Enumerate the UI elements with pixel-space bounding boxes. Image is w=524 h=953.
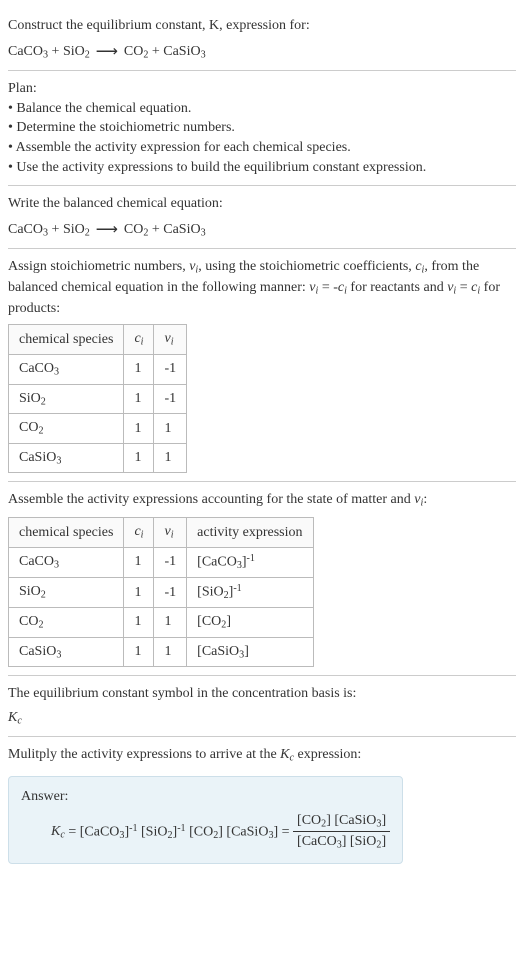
section-activity: Assemble the activity expressions accoun…	[8, 482, 516, 676]
plan-bullet-3: • Assemble the activity expression for e…	[8, 138, 516, 158]
stoich-text-d: for reactants and	[347, 280, 447, 295]
cell-nui: -1	[154, 354, 187, 384]
cell-activity: [CO2]	[187, 607, 313, 637]
fraction: [CO2] [CaSiO3] [CaCO3] [SiO2]	[293, 811, 390, 853]
plan-bullet-2: • Determine the stoichiometric numbers.	[8, 118, 516, 138]
cell-species: SiO2	[9, 384, 124, 414]
equation-balanced: CaCO3 + SiO2⟶CO2 + CaSiO3	[8, 218, 516, 241]
cell-nui: -1	[154, 547, 187, 577]
activity-prompt: Assemble the activity expressions accoun…	[8, 490, 516, 511]
construct-k-prompt: Construct the equilibrium constant, K, e…	[8, 16, 516, 36]
stoich-table: chemical species ci νi CaCO3 1 -1 SiO2 1…	[8, 324, 187, 473]
col-ci: ci	[124, 518, 154, 548]
reaction-arrow-icon: ⟶	[96, 219, 118, 241]
table-row: CaCO3 1 -1 [CaCO3]-1	[9, 547, 314, 577]
table-row: SiO2 1 -1 [SiO2]-1	[9, 577, 314, 607]
cell-activity: [CaSiO3]	[187, 637, 313, 667]
stoich-prompt: Assign stoichiometric numbers, νi, using…	[8, 257, 516, 318]
cell-nui: 1	[154, 414, 187, 444]
table-row: CaSiO3 1 1	[9, 443, 187, 473]
cell-nui: 1	[154, 443, 187, 473]
cell-ci: 1	[124, 547, 154, 577]
answer-label: Answer:	[21, 787, 390, 807]
section-stoich: Assign stoichiometric numbers, νi , using…	[8, 249, 516, 482]
cell-species: CaCO3	[9, 547, 124, 577]
col-nui: νi	[154, 325, 187, 355]
section-construct-k: Construct the equilibrium constant, K, e…	[8, 8, 516, 71]
cell-nui: -1	[154, 577, 187, 607]
plan-bullet-1: • Balance the chemical equation.	[8, 99, 516, 119]
stoich-text-b: , using the stoichiometric coefficients,	[198, 259, 415, 274]
answer-text-b: expression:	[294, 747, 361, 762]
table-row: CO2 1 1	[9, 414, 187, 444]
kc-expression: Kc = [CaCO3]-1 [SiO2]-1 [CO2] [CaSiO3] =…	[21, 811, 390, 853]
cell-ci: 1	[124, 414, 154, 444]
construct-k-text-a: Construct the equilibrium constant, K, e…	[8, 18, 310, 33]
col-activity: activity expression	[187, 518, 313, 548]
plan-heading: Plan:	[8, 79, 516, 99]
col-nui: νi	[154, 518, 187, 548]
cell-species: CO2	[9, 414, 124, 444]
col-species: chemical species	[9, 325, 124, 355]
fraction-numerator: [CO2] [CaSiO3]	[293, 811, 390, 833]
section-balanced: Write the balanced chemical equation: Ca…	[8, 186, 516, 249]
answer-text-a: Mulitply the activity expressions to arr…	[8, 747, 280, 762]
table-row: SiO2 1 -1	[9, 384, 187, 414]
cell-species: SiO2	[9, 577, 124, 607]
section-kc-symbol: The equilibrium constant symbol in the c…	[8, 676, 516, 737]
answer-prompt: Mulitply the activity expressions to arr…	[8, 745, 516, 766]
table-row: CaSiO3 1 1 [CaSiO3]	[9, 637, 314, 667]
cell-ci: 1	[124, 384, 154, 414]
stoich-text-a: Assign stoichiometric numbers,	[8, 259, 189, 274]
cell-nui: 1	[154, 637, 187, 667]
activity-text-a: Assemble the activity expressions accoun…	[8, 492, 414, 507]
cell-species: CaSiO3	[9, 443, 124, 473]
table-row: chemical species ci νi	[9, 325, 187, 355]
kc-symbol: Kc	[8, 708, 516, 729]
reaction-arrow-icon: ⟶	[96, 41, 118, 63]
table-row: chemical species ci νi activity expressi…	[9, 518, 314, 548]
section-plan: Plan: • Balance the chemical equation. •…	[8, 71, 516, 186]
col-species: chemical species	[9, 518, 124, 548]
cell-activity: [CaCO3]-1	[187, 547, 313, 577]
equation-unbalanced: CaCO3 + SiO2⟶CO2 + CaSiO3	[8, 40, 516, 63]
cell-ci: 1	[124, 443, 154, 473]
table-row: CaCO3 1 -1	[9, 354, 187, 384]
cell-nui: -1	[154, 384, 187, 414]
plan-bullet-4: • Use the activity expressions to build …	[8, 158, 516, 178]
cell-species: CaCO3	[9, 354, 124, 384]
cell-activity: [SiO2]-1	[187, 577, 313, 607]
cell-ci: 1	[124, 637, 154, 667]
activity-text-b: :	[423, 492, 427, 507]
col-ci: ci	[124, 325, 154, 355]
table-row: CO2 1 1 [CO2]	[9, 607, 314, 637]
section-answer: Mulitply the activity expressions to arr…	[8, 737, 516, 871]
cell-ci: 1	[124, 577, 154, 607]
cell-species: CO2	[9, 607, 124, 637]
kc-symbol-prompt: The equilibrium constant symbol in the c…	[8, 684, 516, 704]
activity-table: chemical species ci νi activity expressi…	[8, 517, 314, 667]
cell-ci: 1	[124, 607, 154, 637]
answer-box: Answer: Kc = [CaCO3]-1 [SiO2]-1 [CO2] [C…	[8, 776, 403, 864]
balanced-prompt: Write the balanced chemical equation:	[8, 194, 516, 214]
cell-ci: 1	[124, 354, 154, 384]
cell-nui: 1	[154, 607, 187, 637]
fraction-denominator: [CaCO3] [SiO2]	[293, 832, 390, 853]
cell-species: CaSiO3	[9, 637, 124, 667]
